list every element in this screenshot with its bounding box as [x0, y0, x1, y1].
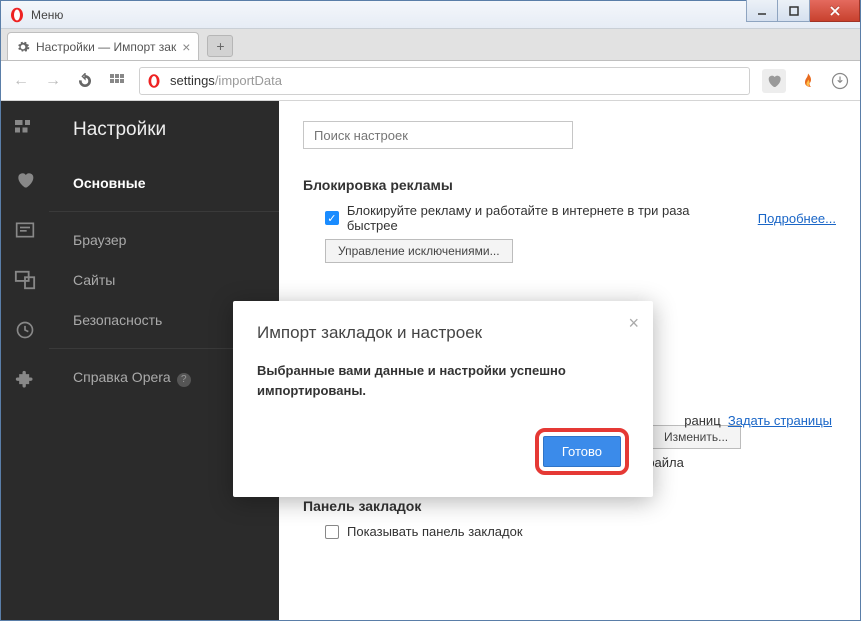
- rail-bookmarks-icon[interactable]: [14, 169, 36, 191]
- import-done-modal: × Импорт закладок и настроек Выбранные в…: [233, 301, 653, 497]
- adblock-more-link[interactable]: Подробнее...: [758, 211, 836, 226]
- opera-window: Меню Настройки — Импорт зак × + ← → sett…: [0, 0, 861, 621]
- content-area: Настройки Основные Браузер Сайты Безопас…: [1, 101, 860, 620]
- bookmark-heart-button[interactable]: [762, 69, 786, 93]
- modal-close-button[interactable]: ×: [628, 313, 639, 334]
- sidebar-item-basic[interactable]: Основные: [49, 163, 279, 203]
- url-host: settings: [170, 73, 215, 88]
- tab-strip: Настройки — Импорт зак × +: [1, 29, 860, 61]
- section-adblock-title: Блокировка рекламы: [303, 177, 836, 193]
- forward-button[interactable]: →: [43, 71, 63, 91]
- close-button[interactable]: [810, 0, 860, 22]
- help-icon: ?: [177, 373, 191, 387]
- reload-button[interactable]: [75, 71, 95, 91]
- opera-badge-icon: [146, 73, 162, 89]
- modal-body-text: Выбранные вами данные и настройки успешн…: [257, 361, 629, 400]
- toolbar: ← → settings/importData: [1, 61, 860, 101]
- adblock-row: ✓ Блокируйте рекламу и работайте в интер…: [325, 203, 836, 233]
- set-pages-link[interactable]: Задать страницы: [728, 413, 832, 428]
- page-title: Настройки: [49, 119, 279, 163]
- address-bar[interactable]: settings/importData: [139, 67, 750, 95]
- window-controls: [746, 0, 860, 22]
- rail-extensions-icon[interactable]: [14, 369, 36, 391]
- back-button[interactable]: ←: [11, 71, 31, 91]
- adblock-label: Блокируйте рекламу и работайте в интерне…: [347, 203, 738, 233]
- modal-footer: Готово: [257, 428, 629, 475]
- manage-exceptions-button[interactable]: Управление исключениями...: [325, 239, 513, 263]
- url-path: /importData: [215, 73, 282, 88]
- sidebar-item-sites[interactable]: Сайты: [49, 260, 279, 300]
- adblock-manage-row: Управление исключениями...: [325, 239, 836, 263]
- downloads-button[interactable]: [830, 71, 850, 91]
- tab-title: Настройки — Импорт зак: [36, 40, 176, 54]
- tab-settings[interactable]: Настройки — Импорт зак ×: [7, 32, 199, 60]
- gear-icon: [16, 40, 30, 54]
- menu-label[interactable]: Меню: [31, 8, 63, 22]
- bookmarksbar-checkbox[interactable]: [325, 525, 339, 539]
- divider: [49, 211, 279, 212]
- section-bookmarksbar-title: Панель закладок: [303, 498, 836, 514]
- maximize-button[interactable]: [778, 0, 810, 22]
- opera-logo-icon: [9, 7, 25, 23]
- adblock-checkbox[interactable]: ✓: [325, 211, 339, 225]
- new-tab-button[interactable]: +: [207, 35, 233, 57]
- startup-pages-fragment: раниц Задать страницы: [684, 413, 832, 428]
- extension-flame-icon[interactable]: [798, 71, 818, 91]
- search-settings-input[interactable]: [303, 121, 573, 149]
- modal-title: Импорт закладок и настроек: [257, 323, 629, 343]
- bookmarksbar-row: Показывать панель закладок: [325, 524, 836, 539]
- rail-sync-icon[interactable]: [14, 269, 36, 291]
- minimize-button[interactable]: [746, 0, 778, 22]
- done-button[interactable]: Готово: [543, 436, 621, 467]
- rail-history-icon[interactable]: [14, 319, 36, 341]
- icon-rail: [1, 101, 49, 620]
- rail-speed-dial-icon[interactable]: [14, 119, 36, 141]
- speed-dial-button[interactable]: [107, 71, 127, 91]
- tab-close-icon[interactable]: ×: [182, 40, 190, 54]
- sidebar-help-label: Справка Opera: [73, 369, 171, 385]
- download-change-button[interactable]: Изменить...: [651, 425, 741, 449]
- titlebar: Меню: [1, 1, 860, 29]
- sidebar-item-browser[interactable]: Браузер: [49, 220, 279, 260]
- rail-news-icon[interactable]: [14, 219, 36, 241]
- bookmarksbar-label: Показывать панель закладок: [347, 524, 523, 539]
- highlight-ring: Готово: [535, 428, 629, 475]
